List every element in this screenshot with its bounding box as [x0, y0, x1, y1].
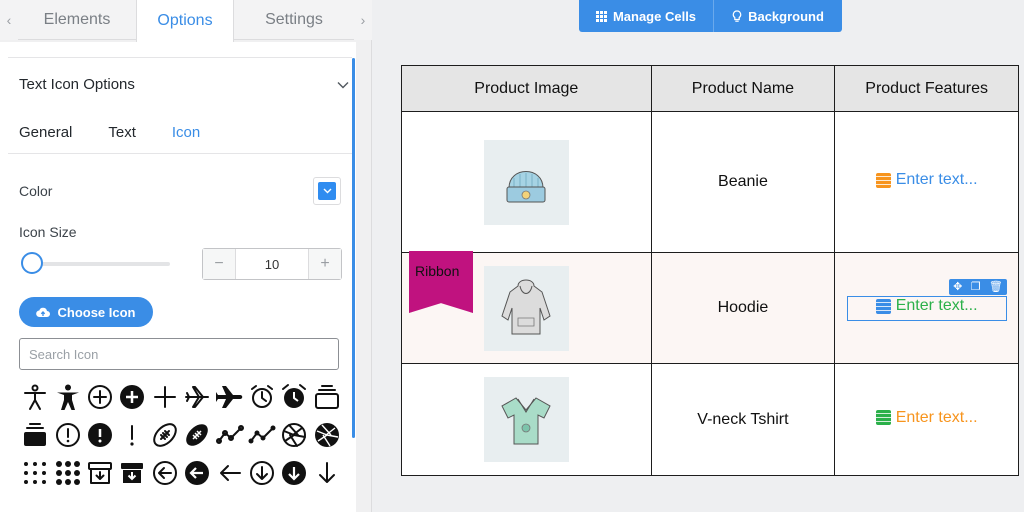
- list-icon: [875, 410, 891, 426]
- choose-icon-label: Choose Icon: [57, 304, 136, 320]
- american-football-icon[interactable]: [181, 416, 213, 454]
- subtab-general[interactable]: General: [19, 124, 72, 141]
- manage-cells-button[interactable]: Manage Cells: [579, 0, 714, 32]
- archive-outline-icon[interactable]: [84, 454, 116, 492]
- alert-circle-icon[interactable]: [84, 416, 116, 454]
- lightbulb-icon: [732, 9, 742, 22]
- cell-tools: ✥ ❐ 🗑: [949, 279, 1007, 295]
- grid-icon: [595, 10, 607, 22]
- feature-text: Enter text...: [895, 171, 978, 189]
- choose-icon-button[interactable]: Choose Icon: [19, 297, 153, 327]
- apps-icon[interactable]: [51, 454, 83, 492]
- search-icon-input[interactable]: Search Icon: [19, 338, 339, 370]
- name-cell[interactable]: Hoodie: [650, 252, 836, 364]
- arrow-down-circle-icon[interactable]: [278, 454, 310, 492]
- arrow-down-circle-outline-icon[interactable]: [246, 454, 278, 492]
- panel-scrollbar[interactable]: [352, 58, 355, 438]
- alert-circle-outline-icon[interactable]: [51, 416, 83, 454]
- american-football-outline-icon[interactable]: [149, 416, 181, 454]
- decrement-button[interactable]: −: [203, 249, 235, 279]
- image-cell[interactable]: [401, 363, 652, 476]
- color-swatch: [318, 182, 336, 200]
- feature-text: Enter text...: [895, 408, 978, 426]
- table-row: V-neck Tshirt Enter text...: [401, 363, 1019, 476]
- subtab-icon[interactable]: Icon: [172, 124, 200, 141]
- icon-size-label: Icon Size: [19, 224, 77, 240]
- tshirt-image: [483, 377, 569, 462]
- tabs-scroll-right-icon[interactable]: ›: [354, 0, 372, 40]
- delete-icon[interactable]: 🗑: [989, 281, 1003, 293]
- divider: [8, 153, 352, 154]
- product-table: Product Image Product Name Product Featu…: [401, 65, 1019, 476]
- name-cell[interactable]: V-neck Tshirt: [650, 363, 836, 476]
- background-button[interactable]: Background: [714, 0, 842, 32]
- accessibility-icon[interactable]: [51, 378, 83, 416]
- duplicate-icon[interactable]: ❐: [971, 281, 981, 293]
- header-product-image[interactable]: Product Image: [401, 65, 652, 112]
- move-icon[interactable]: ✥: [953, 281, 962, 293]
- tab-settings[interactable]: Settings: [234, 0, 354, 40]
- alert-icon[interactable]: [116, 416, 148, 454]
- icon-size-slider-thumb[interactable]: [21, 252, 43, 274]
- section-header-text-icon-options[interactable]: Text Icon Options: [19, 76, 349, 93]
- aperture-icon[interactable]: [311, 416, 343, 454]
- feature-cell[interactable]: Enter text...: [834, 111, 1019, 253]
- name-cell[interactable]: Beanie: [650, 111, 836, 253]
- icon-size-input[interactable]: 10: [235, 249, 309, 279]
- manage-cells-label: Manage Cells: [612, 8, 697, 24]
- section-title: Text Icon Options: [19, 76, 135, 93]
- analytics-icon[interactable]: [246, 416, 278, 454]
- list-icon: [875, 172, 891, 188]
- selected-element-outline: [847, 296, 1007, 321]
- airplane-icon[interactable]: [213, 378, 245, 416]
- arrow-back-circle-outline-icon[interactable]: [149, 454, 181, 492]
- feature-item[interactable]: Enter text...: [875, 408, 978, 427]
- airplane-outline-icon[interactable]: [181, 378, 213, 416]
- table-header-row: Product Image Product Name Product Featu…: [401, 65, 1019, 112]
- subtabs: General Text Icon: [19, 124, 236, 141]
- icon-size-stepper: − 10 +: [202, 248, 342, 280]
- table-row: Beanie Enter text...: [401, 111, 1019, 253]
- alarm-outline-icon[interactable]: [246, 378, 278, 416]
- subtab-text[interactable]: Text: [108, 124, 136, 141]
- alarm-icon[interactable]: [278, 378, 310, 416]
- feature-item[interactable]: Enter text...: [875, 171, 978, 189]
- add-circle-icon[interactable]: [116, 378, 148, 416]
- hoodie-image: [483, 265, 569, 351]
- icon-picker-grid: [19, 378, 349, 492]
- image-cell[interactable]: [401, 111, 652, 253]
- tab-options[interactable]: Options: [136, 0, 234, 42]
- apps-outline-icon[interactable]: [19, 454, 51, 492]
- color-picker-button[interactable]: [313, 177, 341, 205]
- add-circle-outline-icon[interactable]: [84, 378, 116, 416]
- arrow-back-icon[interactable]: [213, 454, 245, 492]
- divider: [8, 57, 352, 58]
- chevron-down-icon: [323, 188, 331, 194]
- feature-cell[interactable]: Enter text...: [834, 363, 1019, 476]
- options-panel: ‹ Elements Options Settings › Text Icon …: [0, 0, 372, 512]
- aperture-outline-icon[interactable]: [278, 416, 310, 454]
- tabs-scroll-left-icon[interactable]: ‹: [0, 0, 18, 40]
- archive-icon[interactable]: [116, 454, 148, 492]
- albums-outline-icon[interactable]: [311, 378, 343, 416]
- add-icon[interactable]: [149, 378, 181, 416]
- color-label: Color: [19, 183, 53, 199]
- albums-icon[interactable]: [19, 416, 51, 454]
- tab-elements[interactable]: Elements: [18, 0, 136, 40]
- ribbon-label: Ribbon: [415, 263, 460, 279]
- arrow-down-icon[interactable]: [311, 454, 343, 492]
- accessibility-outline-icon[interactable]: [19, 378, 51, 416]
- arrow-back-circle-icon[interactable]: [181, 454, 213, 492]
- background-label: Background: [748, 8, 824, 24]
- chevron-down-icon: [337, 81, 349, 88]
- header-product-features[interactable]: Product Features: [834, 65, 1019, 112]
- icon-size-slider-track[interactable]: [22, 262, 170, 266]
- increment-button[interactable]: +: [309, 249, 341, 279]
- table-toolbar: Manage Cells Background: [579, 0, 842, 32]
- header-product-name[interactable]: Product Name: [650, 65, 836, 112]
- beanie-image: [483, 139, 569, 225]
- analytics-outline-icon[interactable]: [213, 416, 245, 454]
- cloud-upload-icon: [36, 307, 51, 317]
- panel-tabs: ‹ Elements Options Settings ›: [0, 0, 372, 42]
